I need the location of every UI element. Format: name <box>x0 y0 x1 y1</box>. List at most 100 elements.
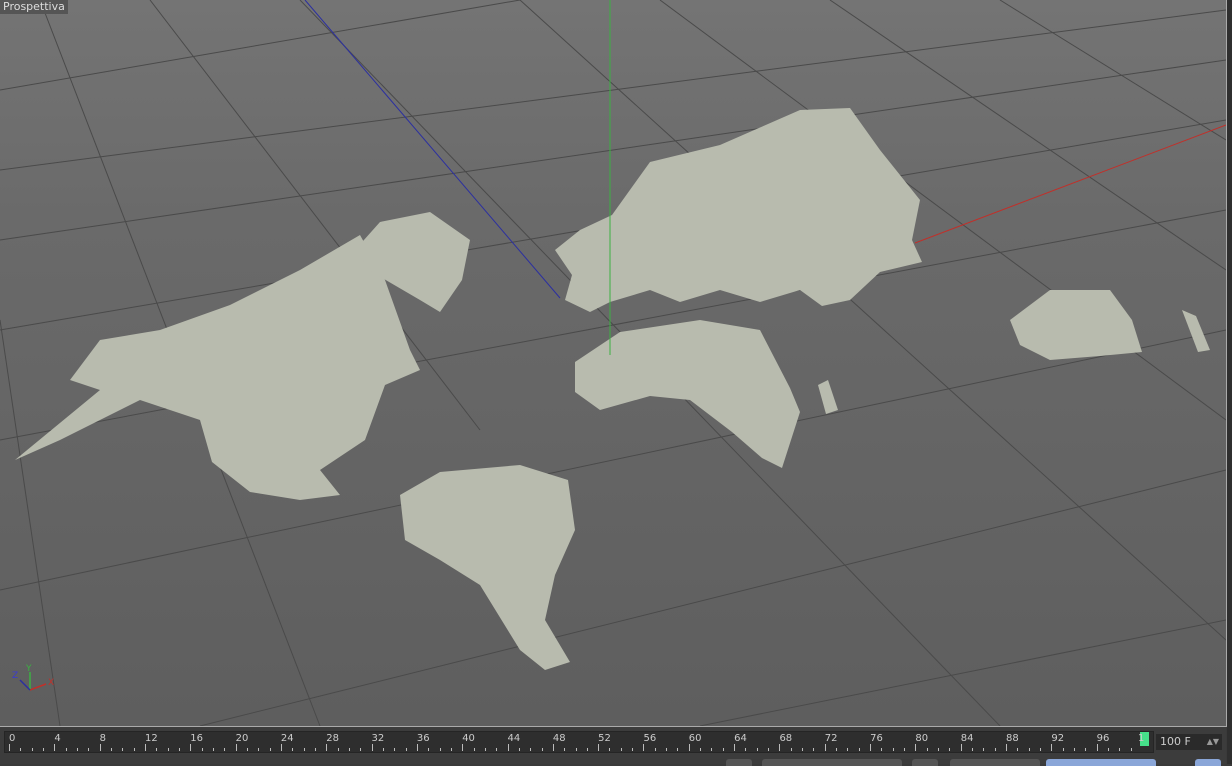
timeline-tick <box>167 748 169 751</box>
timeline-tick-label: 44 <box>507 733 521 744</box>
timeline-tick-label: 8 <box>99 733 106 744</box>
timeline-tick <box>258 748 260 751</box>
timeline-tick-label: 56 <box>643 733 657 744</box>
timeline-tick-label: 20 <box>235 733 249 744</box>
keyframe-buttons[interactable] <box>1046 759 1156 766</box>
toolbar-button[interactable] <box>912 759 938 766</box>
timeline-tick <box>416 744 418 751</box>
timeline-tick <box>20 748 22 751</box>
axis-gizmo <box>19 672 47 691</box>
toolbar-button[interactable] <box>1195 759 1221 766</box>
timeline-tick <box>598 744 600 751</box>
timeline-tick-label: 52 <box>598 733 611 744</box>
timeline-tick <box>1108 748 1109 751</box>
timeline-tick <box>1096 744 1098 751</box>
timeline-tick <box>972 748 974 751</box>
end-frame-value: 100 F <box>1160 735 1191 748</box>
timeline-tick <box>484 748 486 751</box>
australia <box>1010 290 1142 360</box>
timeline-tick-label: 64 <box>734 733 747 744</box>
timeline-tick-label: 24 <box>280 733 294 744</box>
timeline-tick <box>677 748 679 751</box>
timeline-tick-label: 4 <box>54 733 61 744</box>
timeline-tick <box>870 744 872 751</box>
timeline-tick <box>1017 748 1019 751</box>
timeline-tick <box>609 748 611 751</box>
timeline-tick <box>110 748 112 751</box>
viewport-scene <box>0 0 1226 726</box>
madagascar <box>818 380 838 414</box>
timeline-tick <box>1051 744 1053 751</box>
timeline-tick <box>156 748 158 751</box>
north-america <box>15 235 420 500</box>
timeline-tick <box>518 748 520 751</box>
timeline-tick <box>496 748 498 751</box>
viewport-camera-label[interactable]: Prospettiva <box>0 0 68 14</box>
timeline-tick <box>31 748 33 751</box>
timeline-tick <box>303 748 305 751</box>
timeline-tick-label: 84 <box>960 733 974 744</box>
timeline-tick <box>292 748 294 751</box>
timeline-tick <box>892 748 894 751</box>
timeline-tick <box>858 748 860 751</box>
timeline-tick-label: 68 <box>779 733 793 744</box>
timeline-tick <box>450 748 452 751</box>
timeline-tick <box>144 744 146 751</box>
timeline-tick <box>813 748 815 751</box>
timeline-tick <box>88 748 90 751</box>
timeline-tick <box>711 748 713 751</box>
timeline-tick <box>348 748 350 751</box>
spinner-arrows-icon[interactable]: ▲▼ <box>1207 734 1219 750</box>
toolbar-button[interactable] <box>726 759 752 766</box>
timeline-tick <box>926 748 928 751</box>
timeline-tick <box>632 748 634 751</box>
timeline-tick <box>99 744 101 751</box>
timeline-tick <box>552 744 554 751</box>
timeline-tick <box>190 744 192 751</box>
timeline-ruler[interactable]: 0 4 8 12 16 20 24 28 32 36 40 44 48 52 56 60 64 68 72 76 80 8… <box>4 731 1154 753</box>
timeline-tick <box>881 748 883 751</box>
world-map-continents <box>15 108 1210 670</box>
timeline-tick <box>756 748 758 751</box>
timeline-tick <box>768 748 770 751</box>
timeline-tick <box>620 748 622 751</box>
timeline-tick <box>1130 748 1132 751</box>
gizmo-x-label: X <box>48 678 55 688</box>
perspective-viewport[interactable]: Y X Z Prospettiva <box>0 0 1227 727</box>
timeline-tick <box>586 748 588 751</box>
toolbar-button-group[interactable] <box>762 759 902 766</box>
timeline-tick-label: 12 <box>144 733 158 744</box>
timeline-tick <box>65 748 67 751</box>
timeline-tick <box>802 748 804 751</box>
timeline-tick-label: 80 <box>915 733 929 744</box>
timeline-tick <box>428 748 430 751</box>
timeline-tick <box>462 744 464 751</box>
timeline-tick <box>326 744 328 751</box>
timeline-tick-label: 0 <box>9 733 16 744</box>
timeline-tick <box>688 744 690 751</box>
timeline-tick <box>1006 744 1008 751</box>
timeline-tick <box>836 748 838 751</box>
toolbar-button-group[interactable] <box>950 759 1040 766</box>
timeline-tick-label: 28 <box>326 733 339 744</box>
timeline-tick <box>201 748 203 751</box>
timeline-tick <box>337 748 339 751</box>
end-frame-field[interactable]: 100 F ▲▼ <box>1156 734 1222 750</box>
timeline-tick <box>643 744 645 751</box>
timeline-tick <box>824 744 826 751</box>
timeline-tick <box>994 748 996 751</box>
timeline-tick <box>246 748 248 751</box>
timeline-tick <box>1074 748 1076 751</box>
timeline-tick <box>915 744 917 751</box>
africa <box>575 320 800 468</box>
timeline-tick <box>666 748 668 751</box>
timeline-tick <box>235 744 237 751</box>
timeline-tick <box>1119 748 1121 751</box>
timeline-tick <box>847 748 849 751</box>
timeline-tick <box>224 748 226 751</box>
timeline-tick <box>178 748 180 751</box>
timeline-tick <box>949 748 951 751</box>
timeline-tick-label: 88 <box>1006 733 1019 744</box>
timeline-tick <box>1085 748 1087 751</box>
timeline-tick <box>394 748 396 751</box>
